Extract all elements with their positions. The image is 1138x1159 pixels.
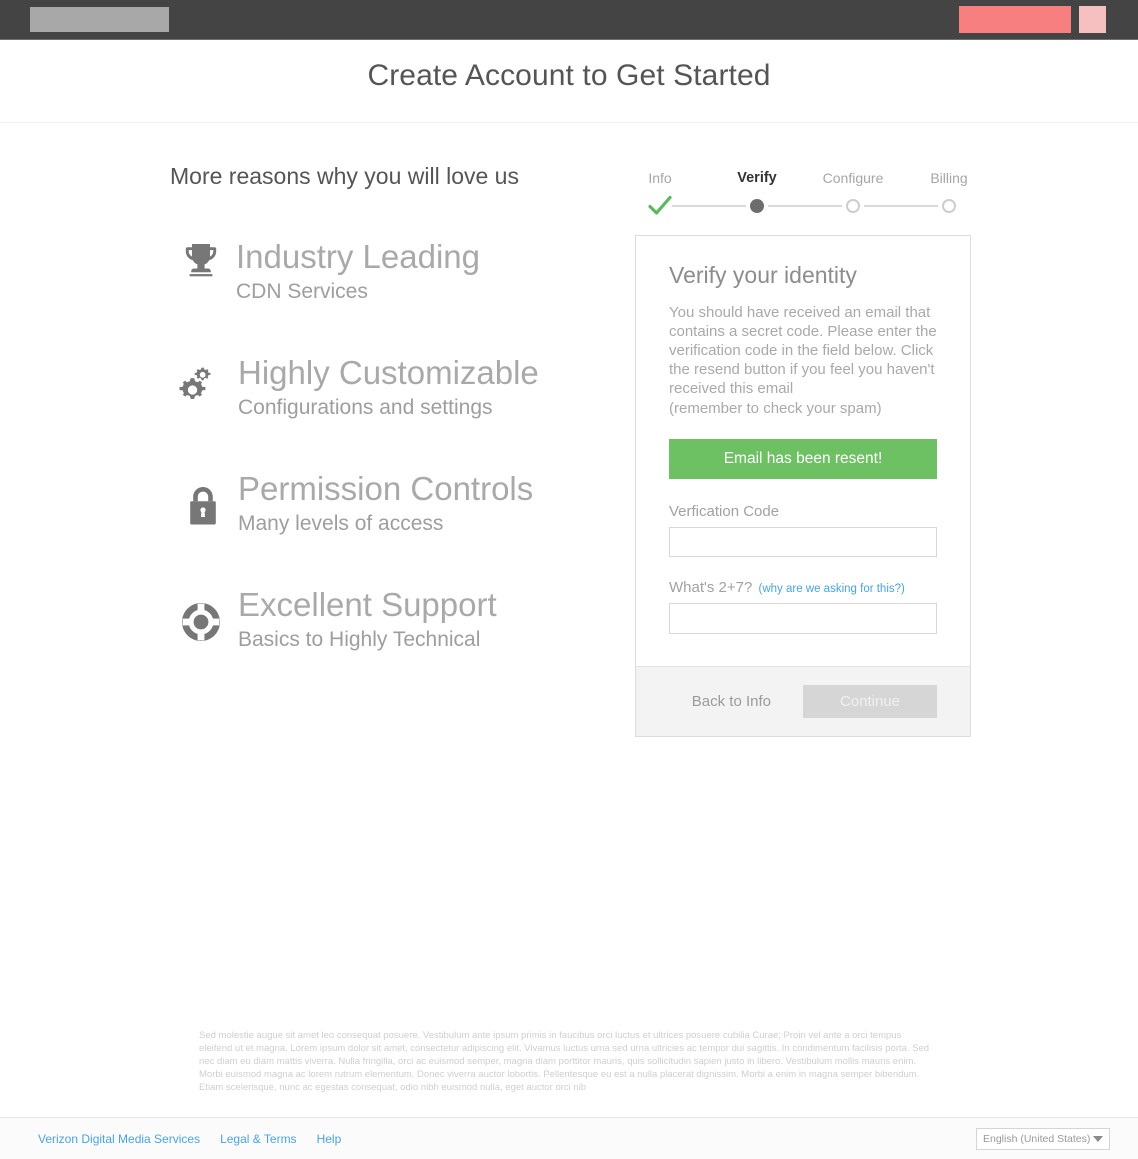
card-title: Verify your identity (669, 262, 857, 288)
trophy-icon (178, 237, 224, 283)
top-navigation-bar (0, 0, 1138, 40)
feature-title: Excellent Support (238, 585, 497, 623)
feature-subtitle: Configurations and settings (238, 395, 493, 419)
verify-identity-card: Verify your identity You should have rec… (635, 235, 971, 737)
stepper-label-billing[interactable]: Billing (930, 170, 967, 186)
feature-item: Excellent Support Basics to Highly Techn… (170, 585, 620, 679)
gears-icon (176, 363, 222, 409)
stepper-label-verify[interactable]: Verify (737, 170, 777, 186)
stepper-label-configure[interactable]: Configure (823, 170, 884, 186)
verification-code-input[interactable] (669, 526, 937, 557)
brand-logo-placeholder[interactable] (30, 7, 169, 32)
footer-links: Verizon Digital Media Services Legal & T… (38, 1132, 341, 1146)
feature-item: Highly Customizable Configurations and s… (170, 353, 620, 447)
stepper-connector (768, 205, 842, 207)
captcha-question: What's 2+7? (669, 578, 753, 596)
topbar-secondary-button[interactable] (1079, 6, 1106, 33)
captcha-input[interactable] (669, 602, 937, 634)
features-heading: More reasons why you will love us (170, 163, 519, 189)
feature-title: Industry Leading (236, 237, 481, 275)
chevron-down-icon (1093, 1136, 1103, 1142)
captcha-group: What's 2+7? (why are we asking for this?… (669, 579, 937, 634)
feature-title: Permission Controls (238, 469, 534, 507)
card-description-note: (remember to check your spam) (669, 399, 882, 417)
stepper-connector (864, 205, 938, 207)
feature-title: Highly Customizable (238, 353, 539, 391)
features-panel: More reasons why you will love us Indust… (170, 163, 620, 703)
card-footer: Back to Info Continue (636, 666, 970, 736)
feature-item: Permission Controls Many levels of acces… (170, 469, 620, 563)
footer-link-legal-terms[interactable]: Legal & Terms (220, 1132, 296, 1146)
footer-link-company[interactable]: Verizon Digital Media Services (38, 1132, 200, 1146)
stepper-node-verify-current[interactable] (750, 199, 764, 213)
page-header: Create Account to Get Started (0, 41, 1138, 123)
continue-button[interactable]: Continue (803, 685, 937, 718)
stepper-node-info-complete[interactable] (648, 195, 672, 215)
stepper-node-billing[interactable] (942, 199, 956, 213)
card-body: Verify your identity You should have rec… (636, 236, 970, 634)
signup-page: Create Account to Get Started More reaso… (0, 0, 1138, 1159)
lifebuoy-icon (178, 599, 224, 645)
lock-icon (180, 483, 226, 529)
resend-email-button[interactable]: Email has been resent! (669, 438, 937, 479)
card-description: You should have received an email that c… (669, 303, 937, 418)
feature-subtitle: Many levels of access (238, 511, 444, 535)
stepper-label-info[interactable]: Info (648, 170, 671, 186)
captcha-why-link[interactable]: (why are we asking for this?) (759, 583, 905, 595)
captcha-label: What's 2+7? (why are we asking for this?… (669, 579, 937, 596)
language-selector-value: English (United States) (983, 1133, 1091, 1145)
page-footer: Verizon Digital Media Services Legal & T… (0, 1117, 1138, 1159)
stepper-labels: Info Verify Configure Billing (632, 170, 972, 190)
verification-code-group: Verfication Code (669, 503, 937, 557)
stepper-connector (672, 205, 746, 207)
feature-subtitle: CDN Services (236, 279, 368, 303)
stepper-node-configure[interactable] (846, 199, 860, 213)
page-title: Create Account to Get Started (367, 59, 771, 92)
stepper-track (632, 195, 972, 216)
feature-item: Industry Leading CDN Services (170, 237, 620, 331)
card-description-main: You should have received an email that c… (669, 303, 937, 397)
signup-progress-stepper: Info Verify Configure Billing (632, 170, 972, 218)
legal-disclaimer-text: Sed molestie augue sit amet leo consequa… (199, 1030, 930, 1093)
topbar-primary-button[interactable] (959, 6, 1071, 33)
verification-code-label: Verfication Code (669, 502, 780, 520)
feature-subtitle: Basics to Highly Technical (238, 627, 481, 651)
back-to-info-button[interactable]: Back to Info (690, 687, 773, 716)
footer-link-help[interactable]: Help (317, 1132, 342, 1146)
language-selector[interactable]: English (United States) (976, 1128, 1110, 1150)
